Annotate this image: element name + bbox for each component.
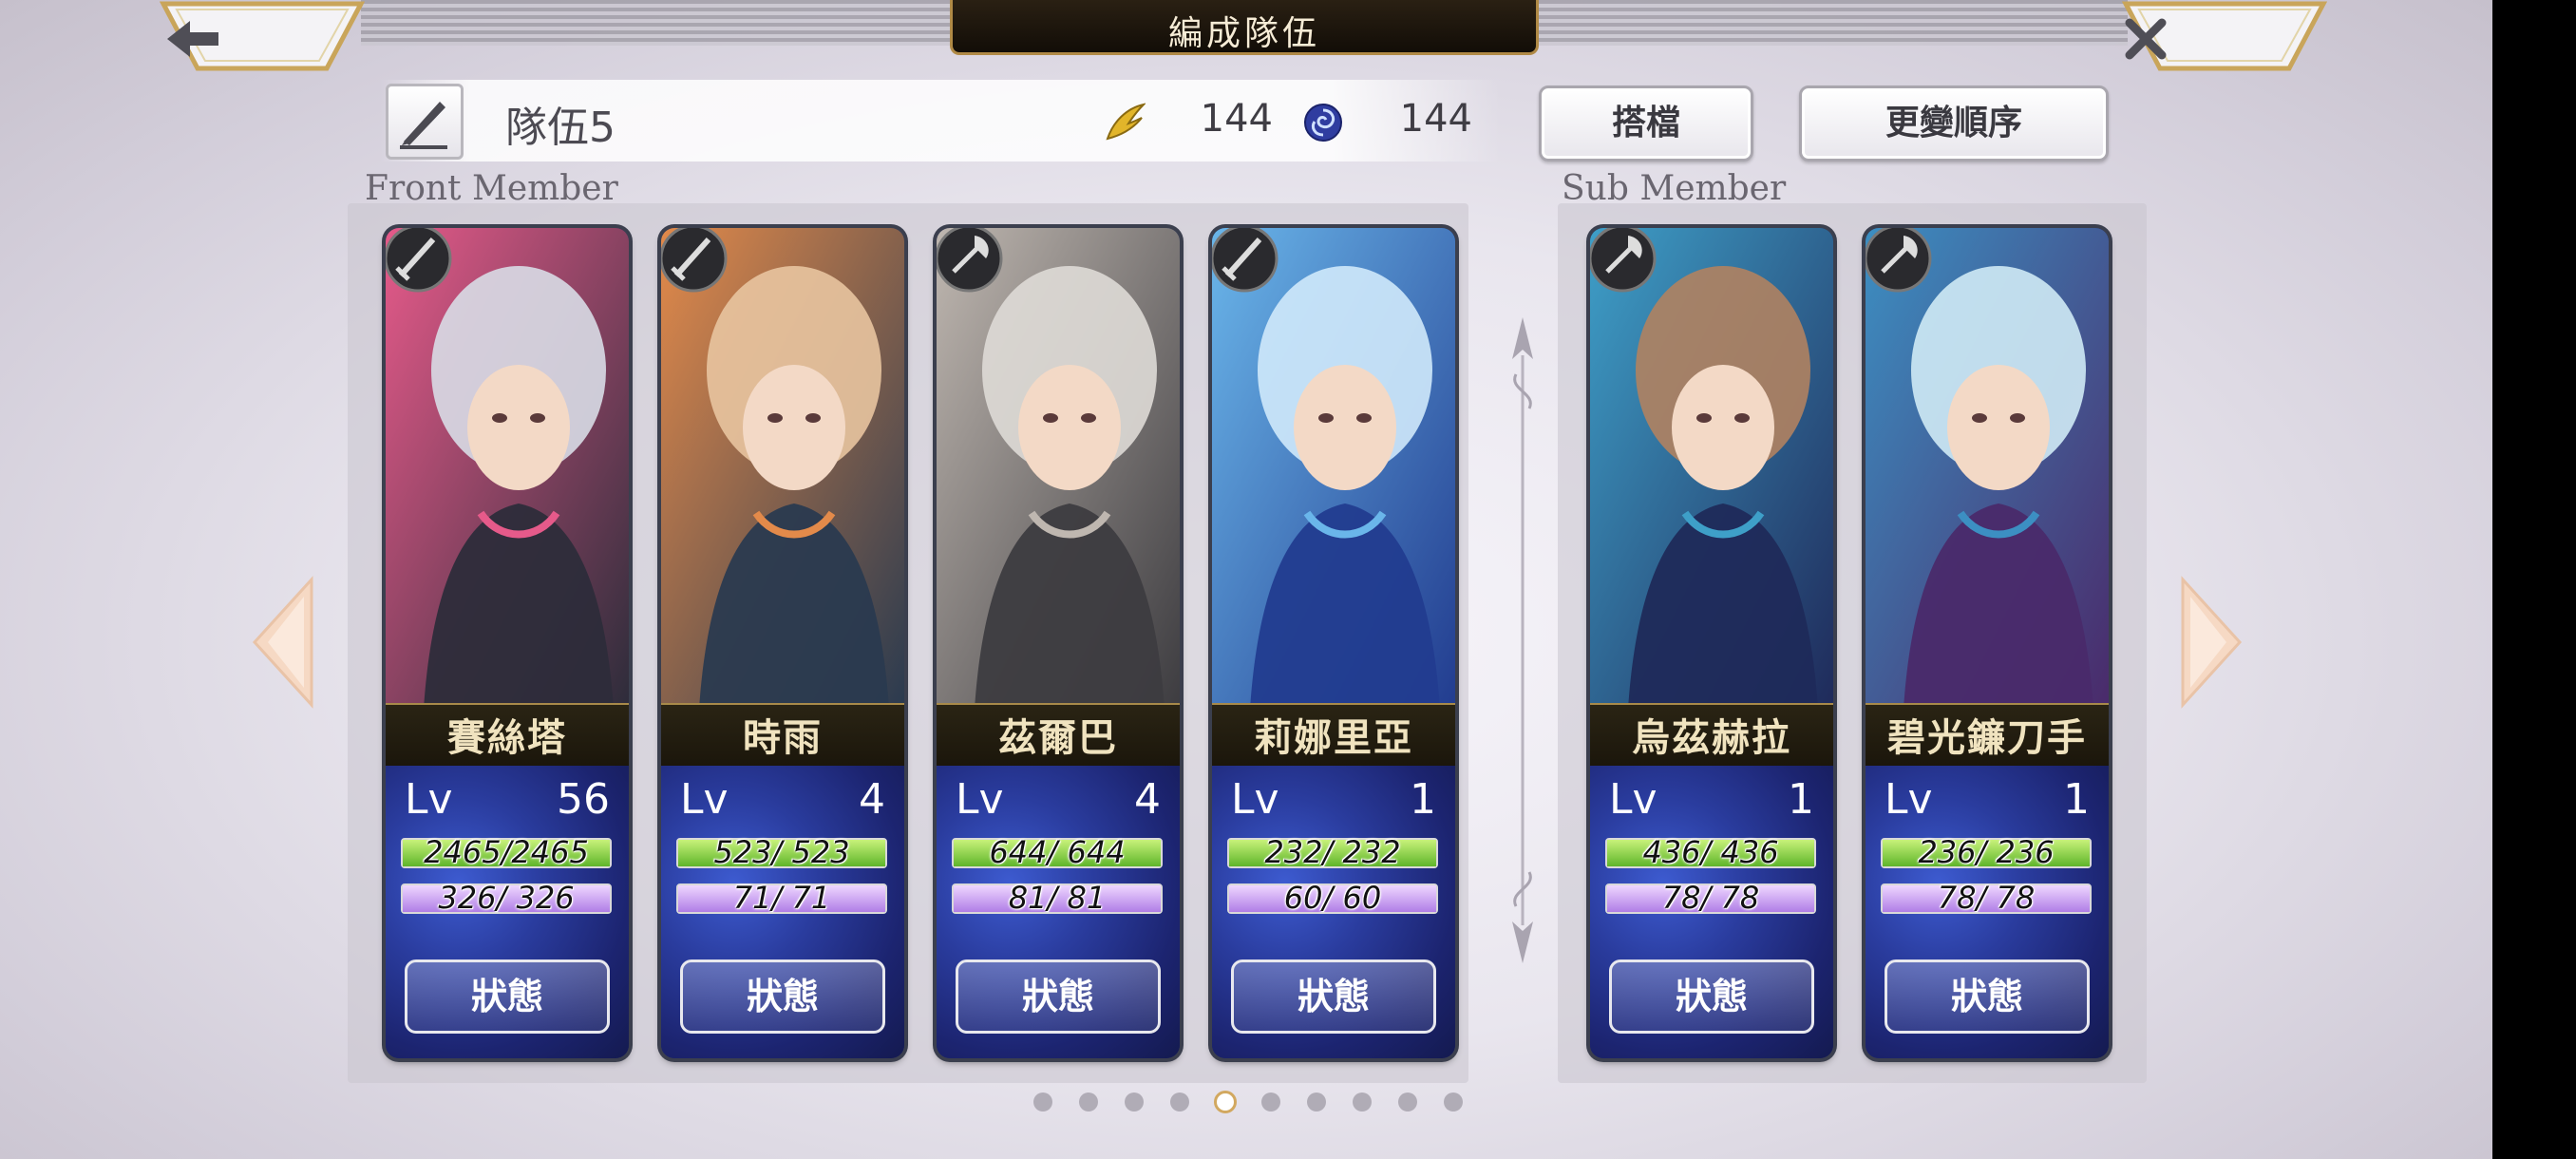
hp-value: 232/ 232 — [1264, 834, 1401, 870]
top-stripe-left — [361, 0, 950, 46]
character-name: 賽絲塔 — [447, 715, 567, 760]
level-label: Lv — [1609, 775, 1657, 824]
character-name: 茲爾巴 — [998, 715, 1118, 760]
axe-icon — [937, 228, 1003, 293]
sword-icon — [661, 228, 728, 293]
page-dot[interactable] — [1079, 1092, 1098, 1112]
status-button[interactable]: 狀態 — [956, 960, 1161, 1034]
status-button[interactable]: 狀態 — [1609, 960, 1814, 1034]
page-dot[interactable] — [1033, 1092, 1052, 1112]
team-name: 隊伍5 — [505, 104, 616, 152]
sp-value: 78/ 78 — [1661, 880, 1760, 916]
character-portrait — [1590, 228, 1833, 709]
sword-icon — [386, 228, 452, 293]
back-button[interactable] — [160, 0, 365, 72]
partner-button[interactable]: 搭檔 — [1539, 86, 1753, 162]
quill-pen-icon — [400, 102, 447, 149]
hp-value: 2465/2465 — [424, 834, 589, 870]
right-black-bar — [2492, 0, 2576, 1159]
character-name: 莉娜里亞 — [1254, 715, 1413, 760]
status-button[interactable]: 狀態 — [1885, 960, 2090, 1034]
character-portrait — [1212, 228, 1455, 709]
character-portrait — [661, 228, 904, 709]
front-member-label: Front Member — [365, 169, 618, 208]
page-dot[interactable] — [1214, 1091, 1237, 1113]
sp-value: 326/ 326 — [438, 880, 575, 916]
character-card[interactable]: 茲爾巴 Lv 4 644/ 644 81/ 81 狀態 — [937, 228, 1180, 1058]
character-card[interactable]: 時雨 Lv 4 523/ 523 71/ 71 狀態 — [661, 228, 904, 1058]
sp-value: 71/ 71 — [732, 880, 831, 916]
down-arrow-icon — [1512, 922, 1533, 963]
wing-icon — [1106, 103, 1146, 141]
level-value: 4 — [1134, 775, 1161, 824]
level-label: Lv — [405, 775, 453, 824]
hp-value: 523/ 523 — [713, 834, 850, 870]
level-value: 1 — [2063, 775, 2090, 824]
hp-value: 644/ 644 — [989, 834, 1126, 870]
title-plate: 編成隊伍 — [950, 0, 1539, 55]
sub-member-label: Sub Member — [1562, 169, 1787, 208]
level-value: 4 — [859, 775, 885, 824]
page-dot[interactable] — [1125, 1092, 1144, 1112]
game-screen: 編成隊伍 隊伍5 144 144 搭檔 更變順序 Front Member Su… — [0, 0, 2492, 1159]
next-team-arrow[interactable] — [2175, 576, 2245, 709]
axe-icon — [1866, 228, 1932, 293]
edit-team-name-button[interactable] — [386, 84, 464, 160]
level-value: 1 — [1410, 775, 1436, 824]
level-label: Lv — [1231, 775, 1279, 824]
sp-value: 60/ 60 — [1283, 880, 1382, 916]
prev-team-arrow[interactable] — [249, 576, 319, 709]
sword-icon — [1212, 228, 1279, 293]
up-arrow-icon — [1512, 317, 1533, 359]
status-button[interactable]: 狀態 — [680, 960, 885, 1034]
page-dot[interactable] — [1307, 1092, 1326, 1112]
swirl-icon — [1304, 104, 1342, 142]
axe-icon — [1590, 228, 1657, 293]
character-portrait — [1866, 228, 2109, 709]
level-label: Lv — [956, 775, 1004, 824]
status-button[interactable]: 狀態 — [1231, 960, 1436, 1034]
character-card[interactable]: 賽絲塔 Lv 56 2465/2465 326/ 326 狀態 — [386, 228, 629, 1058]
swap-separator — [1512, 317, 1533, 963]
top-stripe-right — [1539, 0, 2128, 46]
character-name: 碧光鐮刀手 — [1887, 715, 2087, 760]
character-name: 時雨 — [743, 715, 823, 760]
sp-value: 81/ 81 — [1008, 880, 1107, 916]
sp-value: 78/ 78 — [1937, 880, 2036, 916]
page-title: 編成隊伍 — [1167, 14, 1320, 53]
hp-value: 436/ 436 — [1642, 834, 1779, 870]
character-card[interactable]: 烏茲赫拉 Lv 1 436/ 436 78/ 78 狀態 — [1590, 228, 1833, 1058]
character-portrait — [937, 228, 1180, 709]
level-label: Lv — [1885, 775, 1933, 824]
wing-value: 144 — [1200, 97, 1273, 141]
level-value: 56 — [557, 775, 610, 824]
page-dot[interactable] — [1261, 1092, 1280, 1112]
character-name: 烏茲赫拉 — [1632, 715, 1791, 760]
level-value: 1 — [1788, 775, 1814, 824]
swirl-value: 144 — [1399, 97, 1472, 141]
character-portrait — [386, 228, 629, 709]
level-label: Lv — [680, 775, 729, 824]
reorder-button[interactable]: 更變順序 — [1799, 86, 2109, 162]
page-dot[interactable] — [1398, 1092, 1417, 1112]
close-button[interactable] — [2122, 0, 2327, 72]
status-button[interactable]: 狀態 — [405, 960, 610, 1034]
character-card[interactable]: 碧光鐮刀手 Lv 1 236/ 236 78/ 78 狀態 — [1866, 228, 2109, 1058]
page-dot[interactable] — [1170, 1092, 1189, 1112]
page-dot[interactable] — [1444, 1092, 1463, 1112]
page-dot[interactable] — [1353, 1092, 1372, 1112]
character-card[interactable]: 莉娜里亞 Lv 1 232/ 232 60/ 60 狀態 — [1212, 228, 1455, 1058]
hp-value: 236/ 236 — [1918, 834, 2055, 870]
